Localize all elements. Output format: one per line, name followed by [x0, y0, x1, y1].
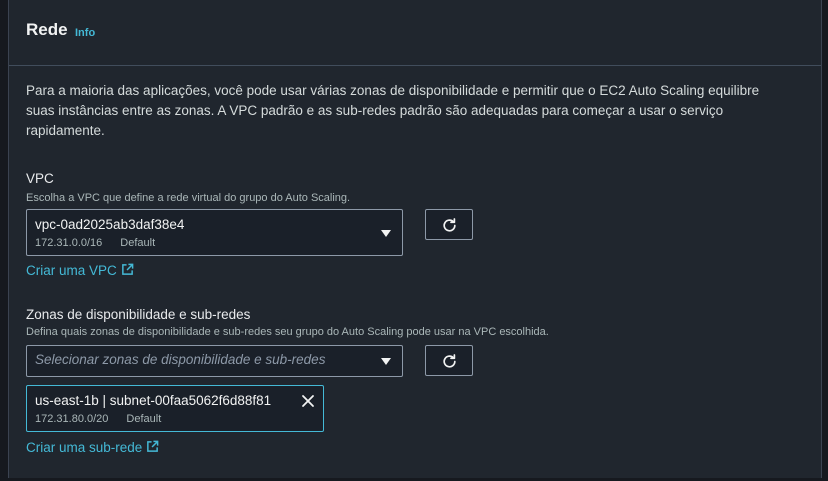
vpc-label: VPC: [26, 171, 54, 186]
subnet-token-title: us-east-1b | subnet-00faa5062f6d88f81: [35, 393, 272, 408]
vpc-selected-id: vpc-0ad2025ab3daf38e4: [35, 217, 185, 232]
panel-header: Rede Info: [9, 0, 821, 66]
external-link-icon: [121, 263, 134, 275]
subnets-refresh-button[interactable]: [425, 345, 473, 376]
refresh-icon: [443, 354, 456, 368]
vpc-selected-details: 172.31.0.0/16 Default: [35, 237, 155, 249]
external-link-icon: [147, 440, 159, 452]
section-description: Para a maioria das aplicações, você pode…: [26, 83, 760, 138]
create-subnet-label: Criar uma sub-rede: [26, 440, 143, 455]
caret-down-icon: [381, 358, 391, 365]
refresh-icon: [443, 218, 456, 232]
subnets-label: Zonas de disponibilidade e sub-redes: [26, 307, 251, 322]
info-link[interactable]: Info: [75, 27, 95, 39]
close-icon[interactable]: [301, 394, 315, 408]
network-panel: Rede Info Para a maioria das aplicações,…: [8, 0, 822, 478]
vpc-default-tag: Default: [120, 237, 156, 249]
subnet-token-details: 172.31.80.0/20 Default: [35, 413, 161, 425]
vpc-refresh-button[interactable]: [425, 209, 473, 240]
subnet-default-tag: Default: [126, 413, 162, 425]
subnet-token: us-east-1b | subnet-00faa5062f6d88f81 17…: [26, 385, 324, 432]
subnets-placeholder: Selecionar zonas de disponibilidade e su…: [35, 352, 326, 367]
vpc-hint: Escolha a VPC que define a rede virtual …: [26, 192, 351, 204]
subnets-hint: Defina quais zonas de disponibilidade e …: [26, 326, 549, 338]
create-vpc-link[interactable]: Criar uma VPC: [26, 263, 134, 278]
create-vpc-label: Criar uma VPC: [26, 263, 117, 278]
create-subnet-link[interactable]: Criar uma sub-rede: [26, 440, 159, 455]
subnet-cidr: 172.31.80.0/20: [35, 413, 109, 425]
section-title: Rede: [26, 20, 68, 39]
vpc-cidr: 172.31.0.0/16: [35, 237, 103, 249]
subnets-select[interactable]: Selecionar zonas de disponibilidade e su…: [26, 345, 403, 377]
vpc-select[interactable]: vpc-0ad2025ab3daf38e4 172.31.0.0/16 Defau…: [26, 209, 403, 256]
caret-down-icon: [381, 230, 391, 237]
